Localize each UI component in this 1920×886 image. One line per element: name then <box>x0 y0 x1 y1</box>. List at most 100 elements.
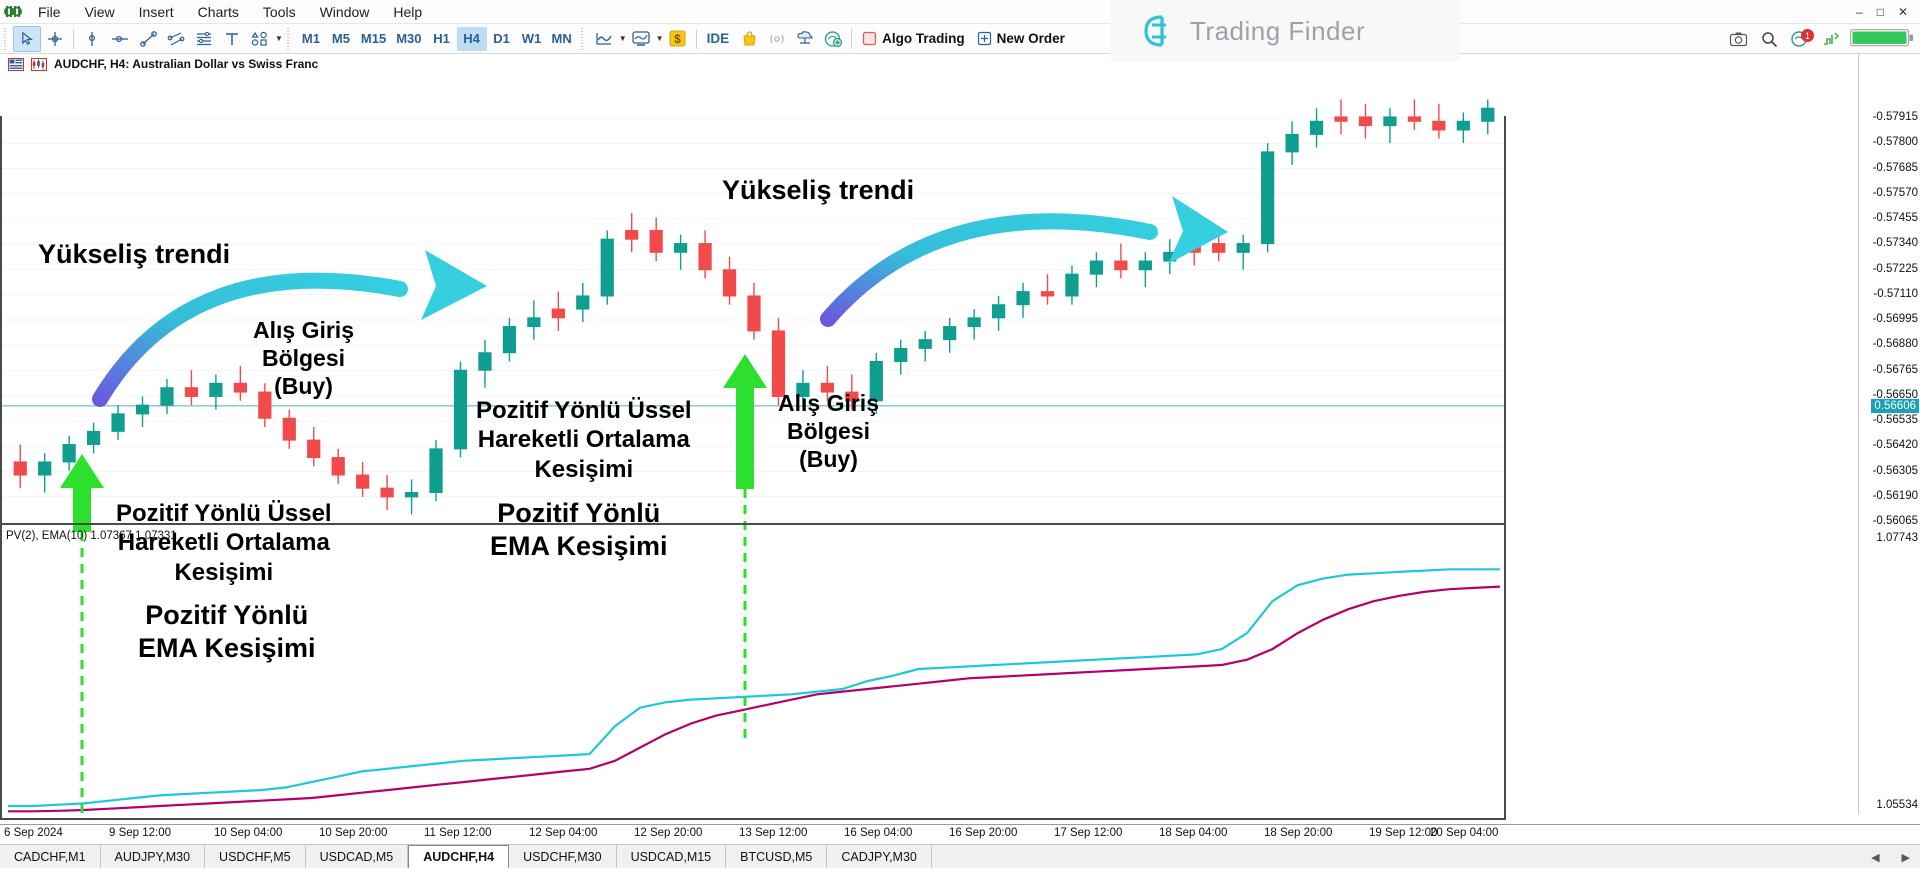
chart-type-caret-icon[interactable]: ▼ <box>619 34 627 43</box>
menu-insert[interactable]: Insert <box>127 0 186 24</box>
close-button[interactable]: ✕ <box>1898 5 1908 19</box>
price-axis[interactable]: -0.57915 -0.57800 -0.57685 -0.57570 -0.57455… <box>1858 54 1920 814</box>
chart-tab[interactable]: BTCUSD,M5 <box>726 845 828 868</box>
price-tick: -0.57915 <box>1872 111 1918 123</box>
vertical-line-icon[interactable] <box>78 26 106 52</box>
shapes-icon[interactable] <box>246 26 274 52</box>
chart-tab[interactable]: AUDCHF,H4 <box>408 845 510 868</box>
vps-icon[interactable] <box>819 26 847 52</box>
crosshair-icon[interactable] <box>41 26 69 52</box>
indicators-icon[interactable] <box>627 26 655 52</box>
shapes-dropdown-caret-icon[interactable]: ▼ <box>275 34 283 43</box>
chart-tab-label: BTCUSD,M5 <box>740 849 813 864</box>
timeframe-h4[interactable]: H4 <box>456 26 487 51</box>
chart-tab-bar: CADCHF,M1 AUDJPY,M30 USDCHF,M5 USDCAD,M5 AUD… <box>0 844 1920 868</box>
chart-tab[interactable]: USDCHF,M5 <box>205 845 306 868</box>
menu-help[interactable]: Help <box>381 0 434 24</box>
time-tick: 10 Sep 04:00 <box>214 827 283 839</box>
algo-separator <box>851 28 853 49</box>
watermark-text: Trading Finder <box>1190 15 1366 46</box>
timeframe-h1[interactable]: H1 <box>427 27 457 51</box>
time-tick: 16 Sep 20:00 <box>949 827 1018 839</box>
market-bag-icon[interactable] <box>735 26 763 52</box>
annotation-uptrend-right: Yükseliş trendi <box>722 175 915 205</box>
chart-area[interactable]: AUDCHF, H4: Australian Dollar vs Swiss F… <box>0 54 1920 844</box>
menu-file[interactable]: File <box>26 0 73 24</box>
chart-symbol-label: AUDCHF, H4: Australian Dollar vs Swiss F… <box>54 57 319 71</box>
annotation-ema-cross-center-2: Pozitif Yönlü EMA Kesişimi <box>490 498 668 561</box>
time-tick: 9 Sep 12:00 <box>109 827 172 839</box>
horizontal-line-icon[interactable] <box>106 26 134 52</box>
chart-window-icon <box>8 57 24 71</box>
price-tick: -0.56535 <box>1872 414 1918 426</box>
tab-prev-button[interactable]: ◀ <box>1871 851 1879 864</box>
battery-icon[interactable] <box>1850 28 1914 50</box>
tab-next-button[interactable]: ▶ <box>1902 851 1910 864</box>
algo-trading-button[interactable]: Algo Trading <box>856 26 971 52</box>
time-axis: 6 Sep 2024 9 Sep 12:00 10 Sep 04:00 10 Sep … <box>0 824 1920 844</box>
svg-text:$: $ <box>674 32 681 46</box>
timeframe-mn[interactable]: MN <box>547 27 577 51</box>
time-tick: 17 Sep 12:00 <box>1054 827 1123 839</box>
timeframe-m5[interactable]: M5 <box>326 27 356 51</box>
price-tick: -0.57225 <box>1872 262 1918 275</box>
price-tick: -0.57800 <box>1872 136 1918 149</box>
chart-tools-grip[interactable] <box>579 27 587 50</box>
chart-tab[interactable]: USDCAD,M5 <box>305 845 409 868</box>
chart-tab[interactable]: CADJPY,M30 <box>827 845 932 868</box>
algo-trading-label: Algo Trading <box>882 31 965 46</box>
price-tick: -0.57340 <box>1872 237 1918 250</box>
ide-button[interactable]: IDE <box>701 26 736 52</box>
dollar-icon[interactable]: $ <box>664 26 692 52</box>
price-tick: -0.56995 <box>1872 313 1918 325</box>
menu-charts[interactable]: Charts <box>186 0 251 24</box>
price-tick: -0.56065 <box>1872 515 1918 527</box>
maximize-button[interactable]: □ <box>1877 5 1884 19</box>
fibonacci-icon[interactable] <box>190 26 218 52</box>
menu-tools[interactable]: Tools <box>251 0 308 24</box>
trendline-icon[interactable] <box>134 26 162 52</box>
line-chart-icon[interactable] <box>590 26 618 52</box>
chart-tab[interactable]: USDCAD,M15 <box>616 845 727 868</box>
camera-icon[interactable] <box>1724 26 1752 52</box>
search-icon[interactable] <box>1755 26 1783 52</box>
notification-badge: 1 <box>1801 29 1814 42</box>
channel-icon[interactable] <box>162 26 190 52</box>
timeframe-w1[interactable]: W1 <box>517 27 547 51</box>
timeframe-m30[interactable]: M30 <box>391 27 426 51</box>
metatrader-logo-icon <box>0 4 26 20</box>
toolbar-grip[interactable] <box>3 27 10 50</box>
menu-view[interactable]: View <box>73 0 127 24</box>
cloud-icon[interactable] <box>791 26 819 52</box>
chart-tab-label: USDCAD,M15 <box>630 849 712 864</box>
timeframe-m1[interactable]: M1 <box>296 27 326 51</box>
signals-icon[interactable] <box>763 26 791 52</box>
network-icon[interactable] <box>1817 26 1845 52</box>
new-order-button[interactable]: New Order <box>971 26 1071 52</box>
menu-window[interactable]: Window <box>308 0 382 24</box>
new-order-plus-icon <box>977 31 991 46</box>
timeframe-m15[interactable]: M15 <box>356 27 391 51</box>
chart-tab-label: USDCAD,M5 <box>319 849 394 864</box>
timeframe-grip[interactable] <box>285 27 293 50</box>
text-tool-icon[interactable] <box>218 26 246 52</box>
current-price-badge: 0.56606 <box>1871 398 1919 413</box>
time-tick: 10 Sep 20:00 <box>319 827 388 839</box>
toolbar-right-cluster: 1 <box>1724 24 1914 54</box>
timeframe-d1[interactable]: D1 <box>487 27 517 51</box>
annotation-buy-zone-left: Alış Giriş Bölgesi (Buy) <box>253 317 354 400</box>
chart-tab[interactable]: CADCHF,M1 <box>0 845 101 868</box>
chart-tab[interactable]: AUDJPY,M30 <box>100 845 206 868</box>
price-tick: -0.56190 <box>1872 489 1918 502</box>
minimize-button[interactable]: – <box>1856 5 1863 19</box>
time-tick: 18 Sep 20:00 <box>1264 827 1333 839</box>
candlestick-icon <box>31 57 47 71</box>
indicator-tick: 1.05534 <box>1876 799 1918 811</box>
time-tick: 6 Sep 2024 <box>4 827 63 839</box>
indicators-caret-icon[interactable]: ▼ <box>656 34 664 43</box>
notifications-icon[interactable]: 1 <box>1786 26 1814 52</box>
cursor-arrow-icon[interactable] <box>13 25 41 52</box>
tab-navigation: ◀ ▶ <box>1871 845 1910 869</box>
chart-tab[interactable]: USDCHF,M30 <box>509 845 617 868</box>
new-order-label: New Order <box>996 31 1065 46</box>
